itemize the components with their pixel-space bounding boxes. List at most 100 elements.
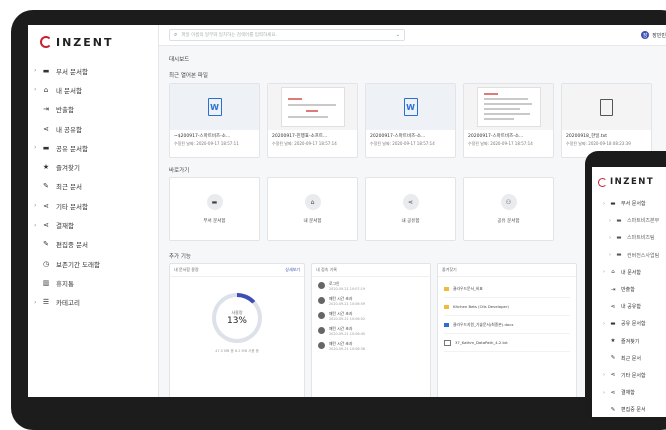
phone-item-convergence-team[interactable]: › ▬ 컨버전스사업팀 xyxy=(592,247,666,264)
file-card[interactable]: 20200918_한일.txt 수정된 날짜: 2020-09-18 08:23… xyxy=(561,83,652,158)
phone-item-my-docs[interactable]: › ⌂ 내 문서함 xyxy=(592,264,666,281)
sidebar-item-favorites[interactable]: ★ 즐겨찾기 xyxy=(28,157,158,176)
phone-item-smartbiz-hq[interactable]: › ▬ 스마트비즈본부 xyxy=(592,212,666,229)
sidebar-item-label: 보존기간 도래함 xyxy=(56,260,100,269)
lock-icon xyxy=(318,282,325,289)
share-icon: ⋖ xyxy=(43,201,49,210)
sidebar-item-recent[interactable]: ✎ 최근 문서 xyxy=(28,177,158,196)
phone-app-logo[interactable]: INZENT xyxy=(592,167,666,188)
share-icon: ⋖ xyxy=(610,372,616,379)
sidebar-item-label: 편집중 문서 xyxy=(56,241,88,250)
sidebar-item-approval[interactable]: › ⋖ 결재함 xyxy=(28,215,158,234)
page-preview-icon xyxy=(476,87,541,127)
phone-item-shared-docs[interactable]: › ▬ 공유 문서함 xyxy=(592,315,666,332)
phone-item-favorites[interactable]: ★ 즐겨찾기 xyxy=(592,333,666,350)
diagram-preview-icon xyxy=(280,87,345,127)
word-file-icon: W xyxy=(207,98,222,116)
file-name: ~$200917-스마트비즈-소... xyxy=(174,134,231,139)
export-icon: ⇥ xyxy=(610,286,616,293)
sidebar-item-trash[interactable]: ▥ 휴지통 xyxy=(28,273,158,292)
storage-footer: 47.5 MB 중 6.2 MB 사용 중 xyxy=(215,349,259,353)
file-thumb: W xyxy=(170,84,259,130)
sidebar-item-category[interactable]: › ☰ 카테고리 xyxy=(28,293,158,312)
favorite-name: 클라우드문서_비표 xyxy=(453,285,483,291)
lock-icon xyxy=(318,297,325,304)
phone-item-approval[interactable]: › ⋖ 결재함 xyxy=(592,384,666,401)
share-icon: ⋖ xyxy=(43,221,49,230)
search-icon: ⌕ xyxy=(174,31,178,38)
panel-header: 즐겨찾기 xyxy=(438,264,576,277)
app-logo[interactable]: INZENT xyxy=(28,25,158,51)
extra-features: 내 문서함 용량 상세보기 사용량 13% 47.5 MB 중 6.2 MB 사… xyxy=(169,263,577,397)
sidebar-item-label: 반출함 xyxy=(56,106,74,115)
favorites-panel: 즐겨찾기 클라우드문서_비표 Kitchen Bets (Olis Develo… xyxy=(437,263,577,397)
donut-center: 사용량 13% xyxy=(216,297,258,339)
phone-item-label: 스마트비즈팀 xyxy=(627,235,655,242)
folder-icon: ▬ xyxy=(610,200,616,207)
chevron-right-icon: › xyxy=(34,202,37,210)
quick-link-label: 내 문서함 xyxy=(303,219,322,224)
storage-detail-link[interactable]: 상세보기 xyxy=(285,267,300,273)
folder-icon: ▬ xyxy=(206,194,223,210)
sidebar-nav: › ▬ 부서 문서함 › ⌂ 내 문서함 ⇥ 반출함 ⋖ 내 공유함 › ▬ 공유 문서함 ★ 즐… xyxy=(28,61,158,312)
history-time: 2020-09-21 10:06:45 xyxy=(329,332,366,336)
file-thumb xyxy=(268,84,357,130)
phone-item-editing[interactable]: ✎ 편집중 문서 xyxy=(592,401,666,417)
file-thumb: W xyxy=(366,84,455,130)
file-thumb xyxy=(464,84,553,130)
sidebar-item-shared-docs[interactable]: › ▬ 공유 문서함 xyxy=(28,138,158,157)
sidebar-item-my-docs[interactable]: › ⌂ 내 문서함 xyxy=(28,80,158,99)
list-item: 로그인 2020-09-21 10:07:19 xyxy=(318,281,424,291)
phone-item-smartbiz-team[interactable]: › ▬ 스마트비즈팀 xyxy=(592,229,666,246)
sidebar-item-label: 기타 문서함 xyxy=(56,202,88,211)
file-card[interactable]: W ~$200917-스마트비즈-소... 수정된 날짜: 2020-09-17… xyxy=(169,83,260,158)
user-menu[interactable]: 장 장민빈 xyxy=(641,31,666,39)
chevron-right-icon: › xyxy=(34,144,37,152)
file-card[interactable]: 20200917-진행표-소프트... 수정된 날짜: 2020-09-17 1… xyxy=(267,83,358,158)
file-card[interactable]: 20200917-스마트비즈-소... 수정된 날짜: 2020-09-17 1… xyxy=(463,83,554,158)
sidebar-item-label: 부서 문서함 xyxy=(56,67,88,76)
file-card[interactable]: W 20200917-스마트비즈-소... 수정된 날짜: 2020-09-17… xyxy=(365,83,456,158)
phone-item-my-share[interactable]: ⋖ 내 공유함 xyxy=(592,298,666,315)
quick-link-shared-docs[interactable]: ⚇ 공유 문서함 xyxy=(463,177,554,241)
panel-header: 내 접속 기록 xyxy=(312,264,430,277)
quick-link-my-docs[interactable]: ⌂ 내 문서함 xyxy=(267,177,358,241)
phone-item-label: 즐겨찾기 xyxy=(621,338,640,345)
history-panel-title: 내 접속 기록 xyxy=(316,267,337,272)
history-time: 2020-09-21 10:06:52 xyxy=(329,317,366,321)
phone-item-export[interactable]: ⇥ 반출함 xyxy=(592,281,666,298)
list-item: 패턴 시간 초과 2020-09-21 10:06:45 xyxy=(318,326,424,336)
sidebar-item-other-docs[interactable]: › ⋖ 기타 문서함 xyxy=(28,196,158,215)
sidebar-item-dept-docs[interactable]: › ▬ 부서 문서함 xyxy=(28,61,158,80)
sidebar-item-editing[interactable]: ✎ 편집중 문서 xyxy=(28,235,158,254)
sidebar-item-my-share[interactable]: ⋖ 내 공유함 xyxy=(28,119,158,138)
list-item[interactable]: 37_Kathm_DataPath_4.2.txt xyxy=(444,334,570,352)
screen: INZENT › ▬ 부서 문서함 › ⌂ 내 문서함 ⇥ 반출함 ⋖ 내 공유함 › ▬ 공유… xyxy=(28,25,666,397)
page-title: 대시보드 xyxy=(169,57,190,63)
phone-item-dept-docs[interactable]: › ▬ 부서 문서함 xyxy=(592,195,666,212)
quick-link-my-share[interactable]: ⋖ 내 공유함 xyxy=(365,177,456,241)
recent-files: W ~$200917-스마트비즈-소... 수정된 날짜: 2020-09-17… xyxy=(169,83,652,158)
sidebar-item-label: 카테고리 xyxy=(56,299,80,308)
file-icon xyxy=(444,339,451,346)
quick-link-dept-docs[interactable]: ▬ 부서 문서함 xyxy=(169,177,260,241)
list-item[interactable]: 클라우드문서_비표 xyxy=(444,280,570,298)
search-input[interactable]: ⌕ 파일 이름의 일부와 일치하는 검색어를 입력하세요. ⌄ xyxy=(169,29,405,41)
list-item[interactable]: 클라우드지원_기술문서(최종본).docx xyxy=(444,316,570,334)
sidebar-item-export[interactable]: ⇥ 반출함 xyxy=(28,100,158,119)
phone-item-label: 최근 문서 xyxy=(621,355,641,362)
storage-panel-title: 내 문서함 용량 xyxy=(174,267,199,272)
word-file-icon: W xyxy=(403,98,418,116)
phone-item-recent[interactable]: ✎ 최근 문서 xyxy=(592,350,666,367)
sidebar-item-retention[interactable]: ◷ 보존기간 도래함 xyxy=(28,254,158,273)
lock-icon xyxy=(318,327,325,334)
folder-icon xyxy=(444,286,449,291)
phone-item-other-docs[interactable]: › ⋖ 기타 문서함 xyxy=(592,367,666,384)
list-item[interactable]: Kitchen Bets (Olis Developer) xyxy=(444,298,570,316)
file-modified: 수정된 날짜: 2020-09-17 18:57:14 xyxy=(468,141,533,146)
quick-links: ▬ 부서 문서함 ⌂ 내 문서함 ⋖ 내 공유함 ⚇ 공유 문서함 xyxy=(169,177,554,241)
logo-mark-icon xyxy=(40,36,52,48)
storage-panel: 내 문서함 용량 상세보기 사용량 13% 47.5 MB 중 6.2 MB 사… xyxy=(169,263,305,397)
user-name: 장민빈 xyxy=(652,32,666,39)
chevron-down-icon[interactable]: ⌄ xyxy=(396,32,400,38)
